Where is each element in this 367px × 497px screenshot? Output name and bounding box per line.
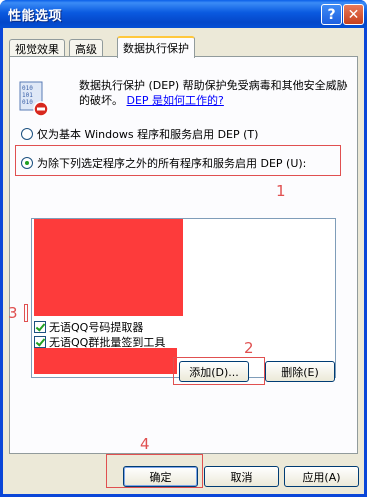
tab-advanced[interactable]: 高级	[69, 39, 103, 56]
annotation-box-2	[173, 357, 265, 385]
tab-visual-effects[interactable]: 视觉效果	[9, 39, 65, 56]
help-icon: ?	[327, 6, 336, 23]
annotation-box-3	[24, 304, 28, 322]
dep-description: 数据执行保护 (DEP) 帮助保护免受病毒和其他安全威胁的破坏。 DEP 是如何…	[79, 78, 349, 108]
remove-button[interactable]: 删除(E)	[265, 361, 335, 382]
close-button[interactable]: ✕	[343, 4, 364, 25]
svg-text:010: 010	[22, 85, 33, 92]
annotation-box-1	[15, 145, 341, 176]
svg-text:010: 010	[22, 99, 33, 106]
annotation-box-4	[106, 454, 203, 488]
radio-basic-programs[interactable]: 仅为基本 Windows 程序和服务启用 DEP (T)	[21, 126, 258, 142]
svg-text:101: 101	[22, 92, 33, 99]
exception-label: 无语QQ号码提取器	[49, 321, 144, 334]
list-item[interactable]: 无语QQ号码提取器	[34, 319, 143, 335]
window-title: 性能选项	[8, 9, 63, 24]
dep-exceptions-list[interactable]: 无语QQ号码提取器 无语QQ群批量签到工具	[31, 218, 336, 378]
redacted-block-top	[34, 219, 183, 316]
exception-checkbox[interactable]	[34, 321, 46, 333]
dep-shield-icon: 010 101 010	[19, 81, 49, 117]
tab-data-execution-prevention[interactable]: 数据执行保护	[117, 36, 195, 58]
annotation-number-3: 3	[8, 304, 18, 322]
performance-options-window: 性能选项 ? ✕ 视觉效果 高级 数据执行保护 010 101 010 数据执行…	[0, 0, 367, 497]
annotation-number-2: 2	[244, 339, 254, 357]
apply-button[interactable]: 应用(A)	[284, 466, 359, 487]
radio-basic-circle[interactable]	[21, 128, 33, 140]
help-button[interactable]: ?	[321, 4, 342, 25]
cancel-button[interactable]: 取消	[204, 466, 279, 487]
title-bar[interactable]: 性能选项 ? ✕	[0, 0, 367, 28]
dep-help-link[interactable]: DEP 是如何工作的?	[127, 94, 224, 107]
exception-checkbox[interactable]	[34, 336, 46, 348]
redacted-block-bottom	[34, 348, 177, 374]
radio-basic-label: 仅为基本 Windows 程序和服务启用 DEP (T)	[37, 128, 259, 141]
annotation-number-1: 1	[276, 182, 286, 200]
annotation-number-4: 4	[140, 435, 150, 453]
dialog-client-area: 视觉效果 高级 数据执行保护 010 101 010 数据执行保护 (DEP) …	[3, 28, 364, 494]
close-icon: ✕	[347, 6, 360, 23]
